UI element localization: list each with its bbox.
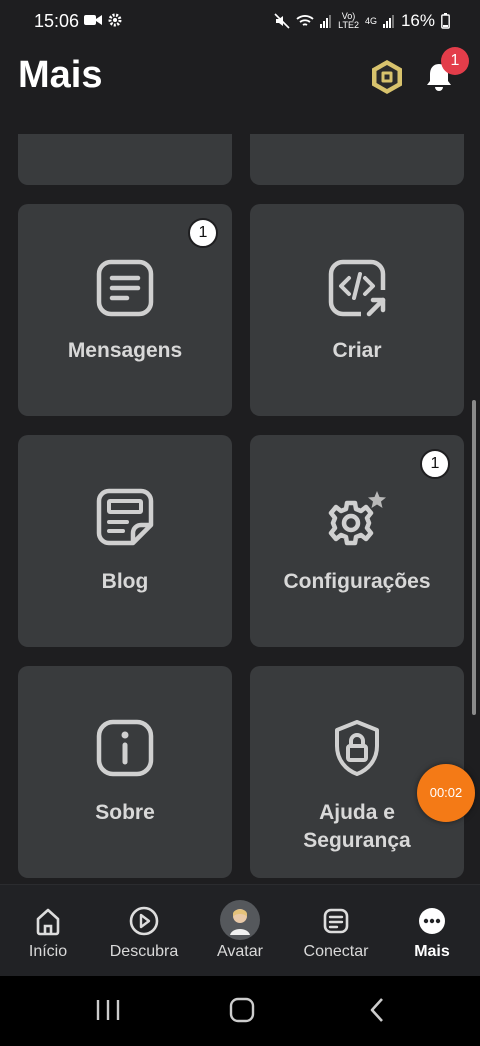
more-icon	[419, 908, 445, 934]
header-mask	[0, 110, 480, 134]
tile-label-blog: Blog	[101, 570, 149, 593]
back-icon[interactable]	[364, 996, 392, 1024]
scrollbar[interactable]	[472, 400, 476, 715]
chat-icon	[323, 908, 349, 934]
battery-icon	[441, 13, 450, 29]
battery-percent: 16%	[400, 11, 435, 30]
notification-badge: 1	[441, 47, 469, 75]
message-icon	[96, 259, 154, 317]
tile-settings[interactable]: Configurações 1	[250, 435, 464, 647]
tile-messages[interactable]: Mensagens 1	[18, 204, 232, 416]
robux-icon[interactable]	[368, 58, 406, 96]
network-4g-label: 4G	[364, 15, 377, 26]
blog-icon	[96, 488, 154, 546]
mute-icon	[274, 13, 290, 29]
tile-label-create: Criar	[332, 339, 382, 362]
recent-apps-icon[interactable]	[94, 996, 122, 1024]
nav-item-avatar[interactable]: Avatar	[192, 885, 288, 977]
nav-item-home[interactable]: Início	[0, 885, 96, 977]
video-camera-icon	[84, 15, 102, 25]
settings-gear-icon	[328, 491, 386, 546]
nav-item-connect[interactable]: Conectar	[288, 885, 384, 977]
recording-timer-button[interactable]: 00:02	[417, 764, 475, 822]
lte-label: LTE2	[338, 20, 359, 30]
nav-label-more: Mais	[414, 943, 450, 960]
bottom-nav: Início Descubra Avatar Conectar Mais	[0, 884, 480, 977]
wifi-icon	[296, 15, 314, 26]
tile-blog[interactable]: Blog	[18, 435, 232, 647]
home-icon	[36, 908, 60, 936]
shield-lock-icon	[335, 720, 379, 776]
status-bar: 15:06 Vo) LTE2 4G 16%	[0, 0, 480, 42]
nav-label-avatar: Avatar	[217, 943, 263, 960]
nav-label-discover: Descubra	[109, 943, 179, 960]
tile-label-messages: Mensagens	[67, 339, 183, 362]
nav-label-home: Início	[28, 943, 68, 960]
create-code-icon	[328, 259, 386, 317]
play-circle-icon	[129, 906, 159, 936]
status-left-icons	[84, 13, 122, 27]
nav-label-connect: Conectar	[303, 943, 369, 960]
status-right-icons: Vo) LTE2 4G 16%	[274, 11, 450, 31]
status-time: 15:06	[34, 11, 80, 31]
nav-item-more[interactable]: Mais	[384, 885, 480, 977]
tile-label-settings: Configurações	[283, 570, 431, 593]
system-navigation-bar	[0, 976, 480, 1046]
tile-create[interactable]: Criar	[250, 204, 464, 416]
signal-icon	[320, 15, 332, 28]
signal-icon-2	[382, 15, 394, 28]
page-title: Mais	[18, 54, 103, 96]
messages-badge: 1	[188, 218, 218, 248]
gear-icon	[108, 13, 122, 27]
settings-badge: 1	[420, 449, 450, 479]
tile-label-about: Sobre	[95, 801, 155, 824]
tile-about[interactable]: Sobre	[18, 666, 232, 878]
info-icon	[96, 719, 154, 777]
avatar-icon	[220, 900, 260, 940]
home-button-icon[interactable]	[228, 996, 256, 1024]
nav-item-discover[interactable]: Descubra	[96, 885, 192, 977]
